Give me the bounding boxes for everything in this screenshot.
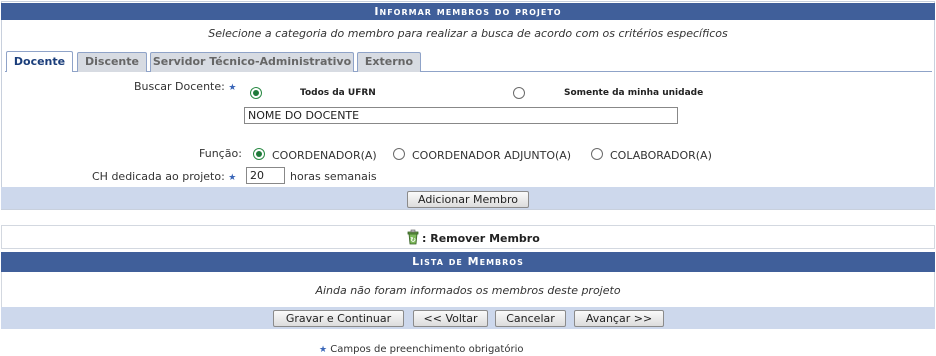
ch-label-text: CH dedicada ao projeto:	[92, 170, 225, 183]
required-star-icon: ★	[228, 173, 237, 183]
required-note-text: Campos de preenchimento obrigatório	[330, 344, 524, 355]
ch-unit-label: horas semanais	[290, 170, 377, 183]
cancel-button[interactable]: Cancelar	[495, 310, 566, 327]
tab-discente[interactable]: Discente	[77, 52, 147, 72]
tab-externo[interactable]: Externo	[357, 52, 421, 72]
funcao-label: Função:	[199, 147, 242, 160]
panel-title: Informar membros do projeto	[1, 3, 935, 20]
tab-servidor[interactable]: Servidor Técnico-Administrativo	[150, 52, 354, 72]
radio-minha-unidade[interactable]	[513, 87, 525, 99]
option-unidade-label: Somente da minha unidade	[564, 88, 704, 98]
radio-colaborador[interactable]	[591, 148, 603, 160]
nome-docente-input[interactable]: NOME DO DOCENTE	[244, 107, 678, 124]
empty-list-message: Ainda não foram informados os membros de…	[315, 284, 621, 297]
funcao-coordenador-label: COORDENADOR(A)	[272, 149, 377, 162]
svg-text:↻: ↻	[410, 236, 416, 244]
buscar-docente-label: Buscar Docente: ★	[134, 80, 236, 93]
funcao-adjunto-label: COORDENADOR ADJUNTO(A)	[412, 149, 572, 162]
required-note: ★ Campos de preenchimento obrigatório	[319, 344, 523, 355]
buscar-docente-text: Buscar Docente:	[134, 80, 225, 93]
trash-icon: ↻	[405, 229, 421, 245]
radio-todos-ufrn[interactable]	[250, 87, 262, 99]
option-todos-label: Todos da UFRN	[300, 88, 376, 98]
radio-coordenador-adjunto[interactable]	[393, 148, 405, 160]
next-button[interactable]: Avançar >>	[574, 310, 664, 327]
tab-docente[interactable]: Docente	[6, 51, 73, 72]
radio-coordenador[interactable]	[253, 148, 265, 160]
panel-subtitle: Selecione a categoria do membro para rea…	[208, 27, 728, 40]
add-member-button[interactable]: Adicionar Membro	[407, 191, 529, 208]
required-star-icon: ★	[319, 345, 328, 355]
funcao-colaborador-label: COLABORADOR(A)	[610, 149, 712, 162]
ch-input[interactable]: 20	[246, 167, 285, 184]
save-continue-button[interactable]: Gravar e Continuar	[273, 310, 404, 327]
remove-member-legend: : Remover Membro	[422, 232, 540, 245]
back-button[interactable]: << Voltar	[413, 310, 488, 327]
required-star-icon: ★	[228, 83, 237, 93]
list-title: Lista de Membros	[1, 252, 935, 272]
ch-label: CH dedicada ao projeto: ★	[92, 170, 236, 183]
